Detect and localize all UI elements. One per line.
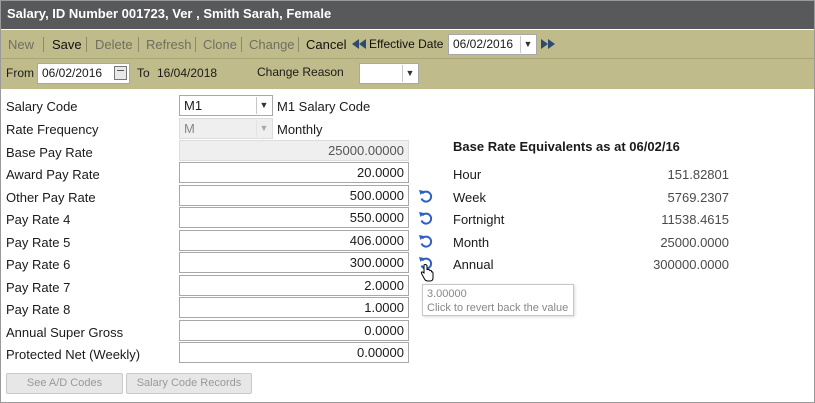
chevron-down-icon[interactable]: ▼ bbox=[520, 36, 535, 53]
toolbar-separator bbox=[195, 37, 196, 52]
toolbar-separator bbox=[241, 37, 242, 52]
equivalent-fortnight-value: 11538.4615 bbox=[661, 212, 729, 227]
salary-code-label: Salary Code bbox=[6, 99, 78, 114]
equivalent-month-value: 25000.0000 bbox=[660, 235, 729, 250]
equivalent-fortnight-label: Fortnight bbox=[453, 212, 505, 227]
refresh-button[interactable]: Refresh bbox=[146, 37, 192, 52]
delete-button[interactable]: Delete bbox=[95, 37, 133, 52]
rate-frequency-select[interactable]: M ▼ bbox=[179, 118, 273, 139]
other-pay-rate-label: Other Pay Rate bbox=[6, 190, 96, 205]
salary-code-records-button[interactable]: Salary Code Records bbox=[126, 373, 252, 394]
new-button[interactable]: New bbox=[8, 37, 34, 52]
effective-date-select[interactable]: 06/02/2016 ▼ bbox=[448, 34, 537, 55]
chevron-down-icon[interactable]: ▼ bbox=[402, 65, 417, 82]
revert-icon[interactable] bbox=[418, 233, 434, 249]
pay-rate-4-field[interactable]: 550.0000 bbox=[179, 207, 409, 228]
base-rate-equivalents-title: Base Rate Equivalents as at 06/02/16 bbox=[453, 139, 680, 154]
salary-code-value: M1 bbox=[184, 98, 203, 113]
equivalent-annual-value: 300000.0000 bbox=[653, 257, 729, 272]
see-ad-codes-button[interactable]: See A/D Codes bbox=[6, 373, 123, 394]
change-reason-select[interactable]: ▼ bbox=[359, 63, 419, 84]
chevron-down-icon[interactable]: ▼ bbox=[256, 120, 271, 137]
base-pay-rate-field: 25000.00000 bbox=[179, 140, 409, 161]
equivalent-hour-value: 151.82801 bbox=[667, 167, 729, 182]
pay-rate-7-label: Pay Rate 7 bbox=[6, 280, 71, 295]
chevron-down-icon[interactable]: ▼ bbox=[256, 97, 271, 114]
window-title-bar: Salary, ID Number 001723, Ver , Smith Sa… bbox=[0, 0, 815, 29]
equivalent-week-value: 5769.2307 bbox=[667, 190, 729, 205]
equivalent-annual-label: Annual bbox=[453, 257, 494, 272]
tooltip-original-value: 3.00000 bbox=[427, 288, 467, 300]
date-range-bar: From 06/02/2016 To 16/04/2018 Change Rea… bbox=[0, 58, 815, 89]
rate-frequency-description: Monthly bbox=[277, 122, 323, 137]
calendar-icon[interactable] bbox=[114, 66, 127, 80]
award-pay-rate-label: Award Pay Rate bbox=[6, 167, 100, 182]
pay-rate-5-label: Pay Rate 5 bbox=[6, 235, 71, 250]
window-title: Salary, ID Number 001723, Ver , Smith Sa… bbox=[7, 6, 332, 21]
change-reason-label: Change Reason bbox=[257, 65, 344, 79]
annual-super-gross-label: Annual Super Gross bbox=[6, 325, 124, 340]
rate-frequency-label: Rate Frequency bbox=[6, 122, 99, 137]
effective-date-label: Effective Date bbox=[369, 37, 444, 51]
from-date-field[interactable]: 06/02/2016 bbox=[37, 63, 130, 84]
pay-rate-6-label: Pay Rate 6 bbox=[6, 257, 71, 272]
from-date-value: 06/02/2016 bbox=[42, 66, 103, 80]
revert-icon[interactable] bbox=[418, 210, 434, 226]
toolbar-separator bbox=[138, 37, 139, 52]
previous-date-icon[interactable] bbox=[352, 39, 366, 49]
revert-tooltip: 3.00000 Click to revert back the value bbox=[422, 284, 574, 316]
pay-rate-8-field[interactable]: 1.0000 bbox=[179, 297, 409, 318]
toolbar-separator bbox=[43, 37, 44, 52]
pay-rate-4-label: Pay Rate 4 bbox=[6, 212, 71, 227]
protected-net-weekly-label: Protected Net (Weekly) bbox=[6, 347, 141, 362]
equivalent-week-label: Week bbox=[453, 190, 486, 205]
hand-cursor-icon bbox=[420, 264, 434, 282]
clone-button[interactable]: Clone bbox=[203, 37, 237, 52]
change-button[interactable]: Change bbox=[249, 37, 295, 52]
cancel-button[interactable]: Cancel bbox=[306, 37, 346, 52]
pay-rate-6-field[interactable]: 300.0000 bbox=[179, 252, 409, 273]
effective-date-value: 06/02/2016 bbox=[453, 37, 514, 51]
salary-code-select[interactable]: M1 ▼ bbox=[179, 95, 273, 116]
protected-net-weekly-field[interactable]: 0.00000 bbox=[179, 342, 409, 363]
from-label: From bbox=[6, 66, 34, 80]
pay-rate-5-field[interactable]: 406.0000 bbox=[179, 230, 409, 251]
pay-rate-7-field[interactable]: 2.0000 bbox=[179, 275, 409, 296]
next-date-icon[interactable] bbox=[541, 39, 555, 49]
other-pay-rate-field[interactable]: 500.0000 bbox=[179, 185, 409, 206]
toolbar-separator bbox=[86, 37, 87, 52]
tooltip-text: Click to revert back the value bbox=[427, 302, 569, 314]
award-pay-rate-field[interactable]: 20.0000 bbox=[179, 162, 409, 183]
revert-icon[interactable] bbox=[418, 188, 434, 204]
equivalent-hour-label: Hour bbox=[453, 167, 482, 182]
base-pay-rate-label: Base Pay Rate bbox=[6, 145, 93, 160]
to-date-value: 16/04/2018 bbox=[157, 66, 218, 80]
toolbar-separator bbox=[298, 37, 299, 52]
pay-rate-8-label: Pay Rate 8 bbox=[6, 302, 71, 317]
rate-frequency-value: M bbox=[184, 121, 195, 136]
toolbar: New Save Delete Refresh Clone Change Can… bbox=[0, 30, 815, 58]
salary-code-description: M1 Salary Code bbox=[277, 99, 371, 114]
annual-super-gross-field[interactable]: 0.0000 bbox=[179, 320, 409, 341]
save-button[interactable]: Save bbox=[52, 37, 82, 52]
equivalent-month-label: Month bbox=[453, 235, 490, 250]
to-label: To bbox=[137, 66, 150, 80]
